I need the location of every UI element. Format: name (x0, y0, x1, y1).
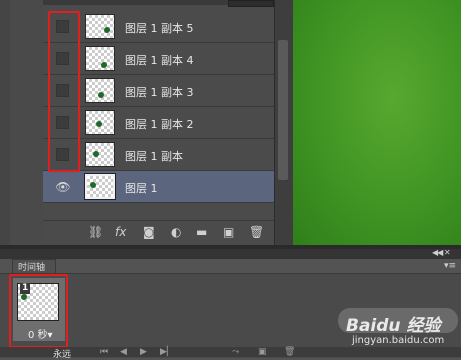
layer-thumbnail (85, 46, 115, 71)
watermark-url: jingyan.baidu.com (352, 335, 445, 346)
layer-thumbnail (85, 110, 115, 135)
layer-name: 图层 1 副本 5 (125, 22, 194, 35)
mask-icon[interactable]: ◙ (143, 225, 155, 239)
trash-icon[interactable]: 🗑 (249, 225, 264, 239)
collapse-icon[interactable]: ◀◀ ✕ (432, 248, 451, 257)
layer-row-layer-1[interactable]: 👁 图层 1 (43, 171, 274, 203)
layer-name: 图层 1 副本 (125, 150, 183, 163)
layer-name: 图层 1 (125, 182, 158, 195)
layers-toolbar: ⛓ fx ◙ ◐ ▬ ▣ 🗑 (43, 220, 274, 246)
new-layer-icon[interactable]: ▣ (223, 225, 234, 239)
watermark-logo: Baidu 经验 (346, 316, 441, 336)
panel-menu-icon[interactable]: ▾≡ (444, 261, 456, 271)
layer-name: 图层 1 副本 3 (125, 86, 194, 99)
tween-icon[interactable]: ⤳ (232, 347, 239, 357)
link-icon[interactable]: ⛓ (88, 225, 103, 239)
highlight-box-frame (9, 274, 68, 348)
layer-thumbnail (85, 78, 115, 103)
panel-dock-strip (10, 0, 44, 245)
delete-frame-icon[interactable]: 🗑 (284, 347, 295, 357)
fx-icon[interactable]: fx (115, 225, 126, 239)
layer-name: 图层 1 副本 4 (125, 54, 194, 67)
opacity-field[interactable] (228, 0, 274, 7)
layer-name: 图层 1 副本 2 (125, 118, 194, 131)
layer-thumbnail (85, 14, 115, 39)
layers-scroll-thumb[interactable] (278, 40, 288, 180)
loop-select[interactable]: 永远 (53, 347, 71, 360)
highlight-box-visibility (48, 11, 80, 172)
canvas-area (292, 0, 461, 245)
timeline-tab-label: 时间轴 (18, 263, 46, 273)
layer-thumbnail (84, 173, 116, 200)
layer-thumbnail (85, 142, 115, 167)
duplicate-frame-icon[interactable]: ▣ (258, 347, 267, 357)
play-icon[interactable]: ▶ (140, 347, 147, 357)
panel-header-bar (0, 249, 461, 259)
adjustment-icon[interactable]: ◐ (171, 225, 181, 239)
prev-frame-icon[interactable]: ◀ (120, 347, 127, 357)
folder-icon[interactable]: ▬ (196, 225, 207, 239)
first-frame-icon[interactable]: ⏮ (100, 347, 108, 357)
next-frame-icon[interactable]: ▶▏ (160, 347, 174, 357)
eye-icon[interactable]: 👁 (55, 180, 71, 194)
